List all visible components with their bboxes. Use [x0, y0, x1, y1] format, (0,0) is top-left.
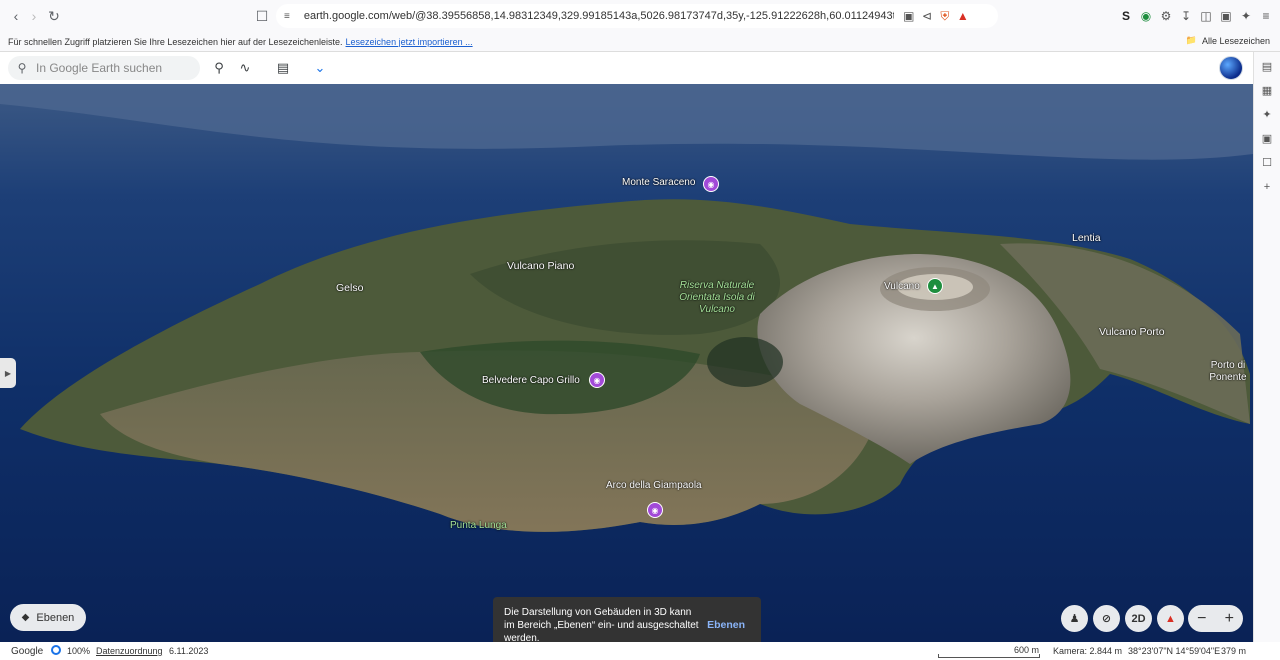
- coordinates: 38°23'07"N 14°59'04"E: [1128, 646, 1221, 656]
- label-arco[interactable]: Arco della Giampaola: [606, 480, 702, 491]
- sidebar-icon[interactable]: ◫: [1197, 7, 1215, 25]
- search-input[interactable]: ⚲ In Google Earth suchen: [8, 56, 200, 80]
- wallet-icon[interactable]: ▣: [1217, 7, 1235, 25]
- download-icon[interactable]: ↧: [1177, 7, 1195, 25]
- cast-icon[interactable]: ▣: [900, 7, 918, 25]
- pegman-button[interactable]: ♟: [1061, 605, 1088, 632]
- panel-toggle-button[interactable]: ▶: [0, 358, 16, 388]
- sidebar-add-icon[interactable]: +: [1260, 180, 1274, 194]
- label-monte-saraceno[interactable]: Monte Saraceno: [622, 177, 695, 188]
- sidebar-bookmarks-icon[interactable]: ☐: [1260, 156, 1274, 170]
- label-porto-ponente[interactable]: Porto di Ponente: [1208, 360, 1248, 384]
- zoom-in-button[interactable]: +: [1225, 610, 1234, 628]
- status-bar: Google 100% Datenzuordnung 6.11.2023 600…: [0, 642, 1280, 660]
- folder-icon: 📁: [1185, 35, 1197, 45]
- search-icon: ⚲: [17, 61, 27, 75]
- rewards-icon[interactable]: ▲: [954, 7, 972, 25]
- toast-layers-button[interactable]: Ebenen: [707, 619, 745, 632]
- forward-icon[interactable]: ›: [24, 6, 44, 26]
- load-percent: 100%: [67, 646, 91, 656]
- scale-bar: [938, 654, 1040, 658]
- site-settings-icon[interactable]: ≡: [284, 11, 290, 22]
- imagery-date: 6.11.2023: [169, 646, 209, 656]
- label-belvedere[interactable]: Belvedere Capo Grillo: [482, 375, 580, 386]
- layers-icon: ◆: [21, 612, 30, 623]
- zoom-control: − +: [1188, 605, 1243, 632]
- compass-icon: ⊘: [1101, 613, 1112, 625]
- label-punta-lunga[interactable]: Punta Lunga: [450, 520, 507, 531]
- brave-shield-icon[interactable]: ⛨: [936, 7, 954, 25]
- path-icon[interactable]: ∿: [235, 58, 255, 78]
- all-bookmarks-label: Alle Lesezeichen: [1201, 35, 1270, 46]
- elevation: 379 m: [1221, 646, 1247, 656]
- address-bar[interactable]: ≡ earth.google.com/web/@38.39556858,14.9…: [276, 4, 998, 28]
- search-placeholder: In Google Earth suchen: [36, 61, 163, 75]
- poi-camera-icon[interactable]: ◉: [589, 372, 605, 388]
- label-riserva[interactable]: Riserva Naturale Orientata Isola di Vulc…: [676, 280, 758, 316]
- loading-icon: [51, 645, 61, 655]
- poi-camera-icon[interactable]: ◉: [703, 176, 719, 192]
- all-bookmarks-button[interactable]: 📁 Alle Lesezeichen: [1186, 35, 1270, 46]
- toast-notification: Die Darstellung von Gebäuden in 3D kann …: [493, 597, 761, 642]
- sidebar-wallet-icon[interactable]: ▤: [1260, 60, 1274, 74]
- browser-toolbar: ‹ › ↻ ☐ ≡ earth.google.com/web/@38.39556…: [0, 0, 1280, 32]
- google-logo: Google: [11, 646, 44, 657]
- attribution-link[interactable]: Datenzuordnung: [96, 646, 163, 656]
- bookmarks-hint: Für schnellen Zugriff platzieren Sie Ihr…: [8, 36, 343, 47]
- menu-icon[interactable]: ≡: [1257, 7, 1275, 25]
- leo-icon[interactable]: ✦: [1237, 7, 1255, 25]
- label-gelso[interactable]: Gelso: [336, 282, 363, 294]
- url-text: earth.google.com/web/@38.39556858,14.983…: [303, 10, 894, 22]
- tilt-button[interactable]: ▲: [1157, 605, 1184, 632]
- label-vulcano-piano[interactable]: Vulcano Piano: [507, 260, 574, 272]
- toggle-2d-button[interactable]: 2D: [1125, 605, 1152, 632]
- layers-button[interactable]: ◆ Ebenen: [10, 604, 86, 631]
- browser-window: ‹ › ↻ ☐ ≡ earth.google.com/web/@38.39556…: [0, 0, 1280, 660]
- chevron-down-icon[interactable]: ⌄: [310, 58, 330, 78]
- sidebar-media-icon[interactable]: ▣: [1260, 132, 1274, 146]
- label-lentia[interactable]: Lentia: [1072, 232, 1101, 244]
- browser-sidebar: ▤ ▦ ✦ ▣ ☐ + ⚙: [1253, 52, 1280, 655]
- bookmarks-bar: Für schnellen Zugriff platzieren Sie Ihr…: [0, 32, 1280, 52]
- earth-header: ⚲ In Google Earth suchen ⚲ ∿ ▤ ⌄: [0, 52, 1253, 84]
- toast-message: Die Darstellung von Gebäuden in 3D kann …: [504, 607, 699, 642]
- placemark-icon[interactable]: ⚲: [209, 58, 229, 78]
- zoom-out-button[interactable]: −: [1197, 610, 1206, 628]
- tilt-icon: ▲: [1165, 612, 1176, 625]
- island-terrain: [0, 84, 1253, 642]
- measure-icon[interactable]: ▤: [273, 58, 293, 78]
- sidebar-reading-icon[interactable]: ▦: [1260, 84, 1274, 98]
- label-vulcano[interactable]: Vulcano: [884, 281, 920, 292]
- label-vulcano-porto[interactable]: Vulcano Porto: [1099, 326, 1165, 338]
- layers-label: Ebenen: [36, 611, 75, 624]
- person-icon: ♟: [1069, 613, 1080, 625]
- extension-s-icon[interactable]: S: [1117, 7, 1135, 25]
- chevron-right-icon: ▶: [4, 368, 12, 378]
- poi-camera-icon[interactable]: ◉: [647, 502, 663, 518]
- avatar[interactable]: [1219, 56, 1243, 80]
- btn-2d-label: 2D: [1131, 612, 1146, 625]
- share-icon[interactable]: ⊲: [918, 7, 936, 25]
- mountain-icon[interactable]: ▲: [927, 278, 943, 294]
- earth-map[interactable]: Monte Saraceno ◉ Vulcano Piano Gelso Len…: [0, 84, 1253, 642]
- bookmark-page-icon[interactable]: ☐: [252, 6, 272, 26]
- camera-altitude: Kamera: 2.844 m: [1053, 646, 1123, 656]
- reload-icon[interactable]: ↻: [44, 6, 64, 26]
- import-bookmarks-link[interactable]: Lesezeichen jetzt importieren ...: [346, 37, 473, 47]
- compass-button[interactable]: ⊘: [1093, 605, 1120, 632]
- back-icon[interactable]: ‹: [6, 6, 26, 26]
- extension-shield-icon[interactable]: ◉: [1137, 7, 1155, 25]
- extensions-icon[interactable]: ⚙: [1157, 7, 1175, 25]
- sidebar-leo-icon[interactable]: ✦: [1260, 108, 1274, 122]
